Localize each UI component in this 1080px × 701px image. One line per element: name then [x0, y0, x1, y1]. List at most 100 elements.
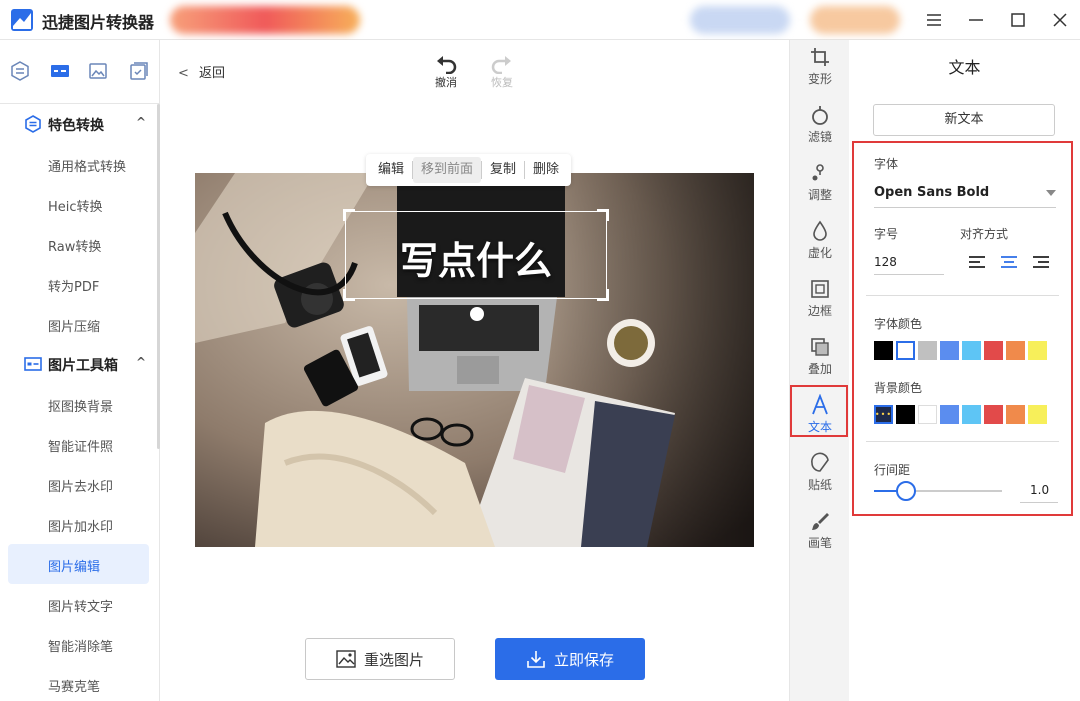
nav-item-remove-watermark[interactable]: 图片去水印 [8, 464, 149, 504]
nav-item-compress[interactable]: 图片压缩 [8, 304, 149, 344]
convert-group-icon [25, 115, 41, 133]
transparent-icon: ••• [874, 410, 893, 419]
rotate-handle[interactable] [470, 307, 484, 321]
tool-brush[interactable]: 画笔 [790, 506, 850, 562]
nav-item-ocr[interactable]: 图片转文字 [8, 584, 149, 624]
close-icon[interactable] [1050, 10, 1070, 30]
image-canvas[interactable]: 写点什么 [195, 173, 754, 547]
toolbox-tab-icon[interactable] [49, 60, 71, 82]
nav-item-id-photo[interactable]: 智能证件照 [8, 424, 149, 464]
nav-item-format-convert[interactable]: 通用格式转换 [8, 144, 149, 184]
canvas-text[interactable]: 写点什么 [346, 230, 606, 285]
title-bar: 迅捷图片转换器 [0, 0, 1080, 40]
nav-item-image-edit[interactable]: 图片编辑 [8, 544, 149, 584]
font-select[interactable]: Open Sans Bold [874, 179, 1056, 207]
edit-button[interactable]: 编辑 [370, 157, 412, 183]
minimize-icon[interactable] [966, 10, 986, 30]
nav-item-pdf[interactable]: 转为PDF [8, 264, 149, 304]
color-swatch[interactable] [1006, 405, 1025, 424]
back-button[interactable]: < 返回 [178, 62, 225, 81]
app-logo-icon [11, 9, 33, 31]
convert-tab-icon[interactable] [9, 60, 31, 82]
no-bg-swatch[interactable]: ••• [874, 405, 893, 424]
nav-item-label: 通用格式转换 [48, 160, 127, 175]
nav-item-label: 图片去水印 [48, 480, 114, 495]
tool-sticker[interactable]: 贴纸 [790, 448, 850, 504]
new-text-button[interactable]: 新文本 [873, 104, 1055, 136]
editor-main: < 返回 撤消 恢复 写点什么 编辑 移到前面 复制 删除 重选图片 立即保存 [160, 40, 789, 701]
nav-item-label: Raw转换 [48, 240, 102, 255]
save-now-button[interactable]: 立即保存 [495, 638, 645, 680]
nav-item-label: Heic转换 [48, 200, 103, 215]
bg-color-label: 背景颜色 [874, 381, 923, 395]
nav-group-label: 特色转换 [48, 118, 104, 134]
tool-label: 叠加 [807, 362, 832, 376]
color-swatch[interactable] [984, 405, 1003, 424]
resize-handle[interactable] [343, 289, 355, 301]
color-swatch[interactable] [1028, 405, 1047, 424]
color-swatch[interactable] [918, 341, 937, 360]
undo-icon [437, 56, 457, 74]
color-swatch[interactable] [984, 341, 1003, 360]
color-swatch[interactable] [1028, 341, 1047, 360]
left-sidebar: 特色转换 ^ 通用格式转换 Heic转换 Raw转换 转为PDF 图片压缩 图片… [0, 40, 160, 701]
undo-button[interactable]: 撤消 [426, 52, 466, 90]
nav-group-toolbox[interactable]: 图片工具箱 ^ [0, 344, 158, 384]
vip-button[interactable] [810, 6, 900, 34]
blur-icon [813, 220, 827, 241]
redo-label: 恢复 [491, 76, 513, 89]
font-value: Open Sans Bold [874, 185, 990, 200]
size-input[interactable]: 128 [874, 255, 897, 269]
line-spacing-value[interactable]: 1.0 [1030, 483, 1049, 497]
color-swatch[interactable] [896, 341, 915, 360]
color-swatch[interactable] [918, 405, 937, 424]
image-icon [336, 650, 356, 668]
line-spacing-slider-handle[interactable] [896, 481, 916, 501]
bring-front-button[interactable]: 移到前面 [413, 157, 482, 183]
color-swatch[interactable] [962, 405, 981, 424]
tool-border[interactable]: 边框 [790, 274, 850, 330]
color-swatch[interactable] [1006, 341, 1025, 360]
reselect-image-button[interactable]: 重选图片 [305, 638, 455, 680]
user-account[interactable] [690, 6, 790, 34]
tool-filter[interactable]: 滤镜 [790, 100, 850, 156]
tool-label: 画笔 [807, 536, 832, 550]
tool-label: 虚化 [807, 246, 832, 260]
text-layer-box[interactable]: 写点什么 [343, 209, 609, 301]
panel-title: 文本 [948, 58, 981, 77]
color-swatch[interactable] [940, 405, 959, 424]
resize-handle[interactable] [597, 209, 609, 221]
color-swatch[interactable] [896, 405, 915, 424]
align-center-icon[interactable] [1000, 255, 1018, 269]
maximize-icon[interactable] [1008, 10, 1028, 30]
tool-transform[interactable]: 变形 [790, 42, 850, 98]
image-tab-icon[interactable] [87, 60, 109, 82]
tool-adjust[interactable]: 调整 [790, 158, 850, 214]
align-left-icon[interactable] [968, 255, 986, 269]
tool-overlay[interactable]: 叠加 [790, 332, 850, 388]
color-swatch[interactable] [940, 341, 959, 360]
app-title: 迅捷图片转换器 [42, 13, 155, 32]
nav-item-mosaic[interactable]: 马赛克笔 [8, 664, 149, 701]
nav-item-raw[interactable]: Raw转换 [8, 224, 149, 264]
redo-button[interactable]: 恢复 [482, 52, 522, 90]
nav-item-add-watermark[interactable]: 图片加水印 [8, 504, 149, 544]
promo-banner[interactable] [170, 6, 360, 34]
chevron-up-icon: ^ [136, 355, 147, 369]
chevron-left-icon: < [178, 66, 189, 81]
batch-tab-icon[interactable] [128, 60, 150, 82]
menu-icon[interactable] [924, 10, 944, 30]
align-right-icon[interactable] [1032, 255, 1050, 269]
nav-item-eraser[interactable]: 智能消除笔 [8, 624, 149, 664]
color-swatch[interactable] [962, 341, 981, 360]
delete-button[interactable]: 删除 [525, 157, 567, 183]
resize-handle[interactable] [343, 209, 355, 221]
resize-handle[interactable] [597, 289, 609, 301]
nav-item-cutout[interactable]: 抠图换背景 [8, 384, 149, 424]
nav-item-heic[interactable]: Heic转换 [8, 184, 149, 224]
undo-label: 撤消 [435, 76, 457, 89]
copy-button[interactable]: 复制 [482, 157, 524, 183]
nav-group-special-convert[interactable]: 特色转换 ^ [0, 104, 158, 144]
tool-blur[interactable]: 虚化 [790, 216, 850, 272]
color-swatch[interactable] [874, 341, 893, 360]
